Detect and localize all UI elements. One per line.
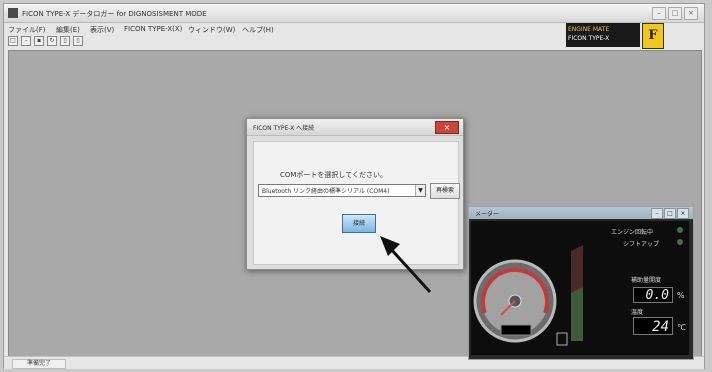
save-icon[interactable]: ▪: [34, 36, 44, 46]
meter-maximize-button[interactable]: □: [664, 208, 676, 219]
dialog-title-bar: FICON TYPE-X へ接続 ×: [247, 119, 463, 136]
engine-label: エンジン回転中: [611, 229, 654, 236]
app-icon: [8, 8, 18, 18]
menu-help[interactable]: ヘルプ(H): [242, 25, 274, 35]
menu-window[interactable]: ウィンドウ(W): [188, 25, 235, 35]
meter-window: メーター – □ × エンジン回転中 シフトアップ 補助量開度 0.0 % 温度…: [468, 206, 694, 360]
menu-ficon[interactable]: FICON TYPE-X(X): [124, 25, 182, 33]
pointer-arrow-icon: [380, 236, 432, 294]
brand-line-1: ENGINE MATE: [568, 26, 610, 33]
shift-label: シフトアップ: [623, 241, 660, 248]
window-title: FICON TYPE-X データロガー for DIGNOSISMENT MOD…: [22, 10, 207, 18]
com-port-value: Bluetooth リンク経由の標準シリアル (COM4): [262, 188, 390, 195]
com-port-select[interactable]: Bluetooth リンク経由の標準シリアル (COM4) ▼: [258, 184, 426, 197]
close-window-button[interactable]: ×: [684, 7, 698, 20]
refresh-button[interactable]: 再検索: [430, 183, 460, 199]
brand-banner: ENGINE MATE FICON TYPE-X: [566, 23, 640, 47]
temp-label: 温度: [631, 309, 644, 316]
minus-icon[interactable]: –: [21, 36, 31, 46]
meter-panel: エンジン回転中 シフトアップ 補助量開度 0.0 % 温度 24 ℃: [471, 221, 689, 355]
dialog-title: FICON TYPE-X へ接続: [253, 125, 315, 132]
chevron-down-icon[interactable]: ▼: [415, 185, 425, 196]
throttle-unit: %: [677, 291, 685, 300]
title-bar: FICON TYPE-X データロガー for DIGNOSISMENT MOD…: [4, 4, 704, 23]
throttle-label: 補助量開度: [631, 277, 662, 284]
shift-indicator: [677, 239, 683, 245]
meter-title-bar: メーター – □ ×: [469, 207, 693, 219]
meter-minimize-button[interactable]: –: [651, 208, 663, 219]
meter-close-button[interactable]: ×: [677, 208, 689, 219]
menu-bar: ファイル(F) 編集(E) 表示(V) FICON TYPE-X(X) ウィンド…: [4, 23, 564, 35]
menu-file[interactable]: ファイル(F): [8, 25, 46, 35]
dialog-prompt: COMポートを選択してください。: [280, 171, 388, 179]
new-icon[interactable]: □: [8, 36, 18, 46]
maximize-button[interactable]: □: [668, 7, 682, 20]
ficon-logo: F: [642, 23, 664, 49]
menu-edit[interactable]: 編集(E): [56, 25, 80, 35]
engine-indicator: [677, 227, 683, 233]
page2-icon[interactable]: ▯: [73, 36, 83, 46]
menu-view[interactable]: 表示(V): [90, 25, 114, 35]
meter-title: メーター: [475, 211, 500, 218]
refresh-icon[interactable]: ↻: [47, 36, 57, 46]
brand-line-2: FICON TYPE-X: [568, 35, 610, 42]
temp-display: 24: [633, 317, 673, 335]
minimize-button[interactable]: –: [652, 7, 666, 20]
throttle-display: 0.0: [633, 287, 673, 303]
toolbar: □ – ▪ ↻ ▯ ▯: [8, 36, 83, 48]
page-icon[interactable]: ▯: [60, 36, 70, 46]
status-text: 準備完了: [12, 359, 66, 369]
dialog-close-button[interactable]: ×: [435, 121, 459, 134]
temp-unit: ℃: [677, 323, 686, 332]
connect-button[interactable]: 接続: [342, 214, 376, 233]
